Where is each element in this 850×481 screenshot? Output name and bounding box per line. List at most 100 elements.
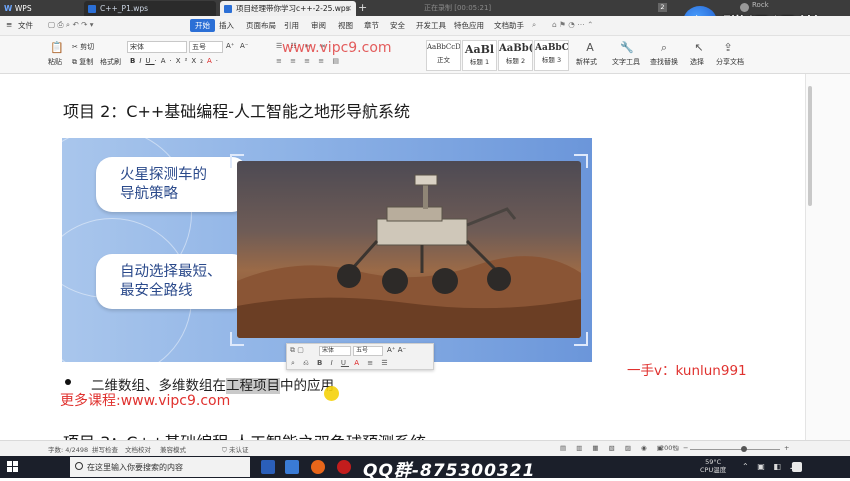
status-bar: 字数: 4/2498 拼写检查 文档校对 兼容模式 ⛉ 未认证 ▤ ▥ ▦ ▧ … <box>0 440 850 456</box>
search-icon <box>75 462 83 470</box>
scrollbar-thumb[interactable] <box>808 86 812 206</box>
recording-status: 正在录制 [00:05:21] <box>424 4 492 12</box>
recorder-taskbar-icon[interactable] <box>337 460 351 474</box>
promo-watermark: 更多课程:www.vipc9.com <box>60 393 231 409</box>
mars-rover-photo <box>237 161 581 338</box>
url-watermark: www.vipc9.com <box>282 40 392 56</box>
new-tab-button[interactable]: + <box>358 0 367 15</box>
mini-font-size-select[interactable]: 五号 <box>353 346 383 356</box>
mouse-cursor-highlight <box>324 386 339 401</box>
selected-text[interactable]: 工程项目 <box>226 378 280 394</box>
qq-group-watermark: QQ群-875300321 <box>363 461 536 481</box>
mini-copy-icon[interactable]: ⧉ ▢ <box>290 346 304 355</box>
mini-format-buttons[interactable]: ⌕ ⎌ B I U A ≡ ☰ <box>291 359 391 368</box>
search-icon[interactable]: ⌕ <box>532 20 536 30</box>
style-name: 标题 3 <box>541 56 562 64</box>
bubble-navigation-strategy: 火星探测车的 导航策略 <box>96 157 258 212</box>
taskbar-search-placeholder[interactable]: 在这里输入你要搜索的内容 <box>87 462 183 473</box>
taskbar-search-box[interactable]: 在这里输入你要搜索的内容 <box>70 457 250 477</box>
menu-references[interactable]: 引用 <box>284 20 299 31</box>
menu-view[interactable]: 视图 <box>338 20 353 31</box>
style-heading-1[interactable]: AaBl 标题 1 <box>462 40 497 71</box>
zoom-level[interactable]: 200% <box>660 444 679 452</box>
share-icon[interactable]: ⇪ <box>722 41 734 54</box>
find-replace-button[interactable]: 查找替换 <box>650 57 678 67</box>
shrink-font-button[interactable]: A⁻ <box>240 42 248 50</box>
menu-doc-assistant[interactable]: 文档助手 <box>494 20 524 31</box>
style-heading-3[interactable]: AaBbC 标题 3 <box>534 40 569 71</box>
firefox-taskbar-icon[interactable] <box>311 460 325 474</box>
align-buttons[interactable]: ≡ ≡ ≡ ≡ ▤ <box>276 57 342 65</box>
menu-chapter[interactable]: 章节 <box>364 20 379 31</box>
menu-bar: ≡ 文件 ▢ ⎙ ⌕ ↶ ↷ ▾ 开始 插入 页面布局 引用 审阅 视图 章节 … <box>0 16 850 36</box>
temperature-value: 59°C <box>705 458 722 466</box>
spell-check-button[interactable]: 拼写检查 <box>92 444 118 454</box>
style-sample: AaBbC <box>535 43 568 53</box>
shield-icon: ⛉ <box>222 446 229 454</box>
windows-taskbar: 在这里输入你要搜索的内容 QQ群-875300321 59°C CPU温度 ⌃ … <box>0 456 850 481</box>
new-style-icon[interactable]: A <box>584 41 596 54</box>
vertical-scrollbar[interactable] <box>805 74 850 440</box>
new-style-button[interactable]: 新样式 <box>576 57 597 67</box>
document-tab-2[interactable]: 项目经理带你学习c++-2-25.wps ✕ <box>220 1 356 16</box>
style-normal[interactable]: AaBbCcDd 正文 <box>426 40 461 71</box>
windows-start-icon[interactable] <box>7 461 19 473</box>
menu-features[interactable]: 特色应用 <box>454 20 484 31</box>
style-heading-2[interactable]: AaBb( 标题 2 <box>498 40 533 71</box>
menu-icon[interactable]: ≡ <box>6 20 12 29</box>
menu-page-layout[interactable]: 页面布局 <box>246 20 276 31</box>
find-replace-icon[interactable]: ⌕ <box>658 41 670 54</box>
document-canvas[interactable]: 项目 2：C++基础编程-人工智能之地形导航系统 火星探测车的 导航策略 自动选… <box>0 74 805 440</box>
zoom-slider[interactable] <box>690 449 780 450</box>
tab-label: 项目经理带你学习c++-2-25.wps <box>236 4 350 13</box>
paste-icon[interactable]: 📋 <box>50 41 64 54</box>
zoom-out-icon[interactable]: − <box>683 444 688 452</box>
notification-icon[interactable] <box>792 462 802 472</box>
select-button[interactable]: 选择 <box>690 57 704 67</box>
copy-icon: ⧉ <box>72 58 77 66</box>
word-count[interactable]: 字数: 4/2498 <box>48 444 88 454</box>
menu-start[interactable]: 开始 <box>190 19 215 32</box>
close-tab-icon[interactable]: ✕ <box>345 1 352 16</box>
badge-count: 2 <box>658 3 667 12</box>
cut-button[interactable]: ✂ 剪切 <box>72 42 94 52</box>
menu-right-icons[interactable]: ⌂ ⚑ ◔ ⋯ ⌃ <box>552 20 593 29</box>
menu-developer[interactable]: 开发工具 <box>416 20 446 31</box>
mini-grow-shrink-font[interactable]: A⁺ A⁻ <box>387 346 406 354</box>
style-name: 标题 1 <box>469 58 490 66</box>
document-tab-1[interactable]: C++_P1.wps <box>84 1 216 16</box>
title-tab-bar: W WPS C++_P1.wps 项目经理带你学习c++-2-25.wps ✕ … <box>0 0 850 41</box>
paste-label[interactable]: 粘贴 <box>48 57 62 67</box>
not-certified-label[interactable]: ⛉ 未认证 <box>222 444 248 455</box>
mini-font-name-select[interactable]: 宋体 <box>319 346 351 356</box>
font-size-select[interactable]: 五号 <box>189 41 223 53</box>
menu-security[interactable]: 安全 <box>390 20 405 31</box>
grow-font-button[interactable]: A⁺ <box>226 42 234 50</box>
menu-insert[interactable]: 插入 <box>219 20 234 31</box>
font-name-select[interactable]: 宋体 <box>127 41 187 53</box>
bullet-point <box>65 379 71 385</box>
format-painter-button[interactable]: 格式刷 <box>100 57 121 67</box>
text-tools-icon[interactable]: 🔧 <box>620 41 634 54</box>
share-document-button[interactable]: 分享文档 <box>716 57 744 67</box>
zoom-in-icon[interactable]: + <box>784 444 789 452</box>
zoom-slider-knob[interactable] <box>741 446 747 452</box>
text-tools-button[interactable]: 文字工具 <box>612 57 640 67</box>
tab-label: C++_P1.wps <box>100 4 149 13</box>
wps-home-tab[interactable]: W WPS <box>0 1 82 16</box>
cpu-label: CPU温度 <box>700 466 727 474</box>
style-name: 标题 2 <box>505 57 526 65</box>
font-format-buttons[interactable]: BIU·A·X²X₂A· <box>130 57 222 65</box>
style-name: 正文 <box>437 56 450 64</box>
copy-button[interactable]: ⧉ 复制 <box>72 57 93 67</box>
ribbon-toolbar: 📋 粘贴 ✂ 剪切 ⧉ 复制 格式刷 宋体 五号 A⁺ A⁻ BIU·A·X²X… <box>0 36 850 74</box>
wps-taskbar-icon[interactable] <box>261 460 275 474</box>
app-taskbar-icon[interactable] <box>285 460 299 474</box>
menu-review[interactable]: 审阅 <box>311 20 326 31</box>
quick-access-icons[interactable]: ▢ ⎙ ⌕ ↶ ↷ ▾ <box>48 20 94 30</box>
select-icon[interactable]: ↖ <box>693 41 705 54</box>
cut-label: 剪切 <box>80 43 95 51</box>
tray-icons[interactable]: ⌃ ▣ ◧ ♪ <box>742 462 798 471</box>
doc-check-button[interactable]: 文档校对 <box>125 444 151 454</box>
menu-file[interactable]: 文件 <box>18 20 33 31</box>
